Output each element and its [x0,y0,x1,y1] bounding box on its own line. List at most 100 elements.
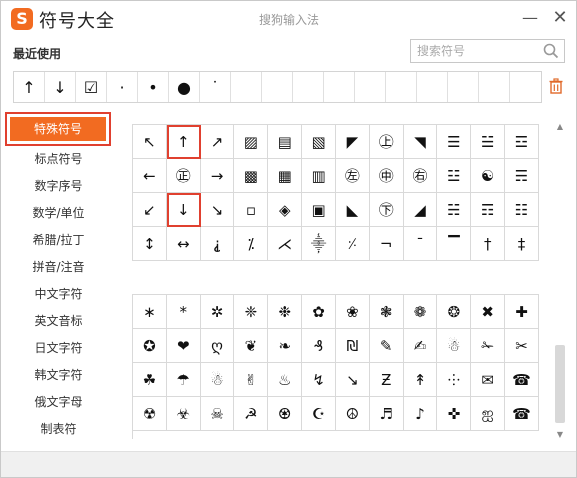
symbol-cell[interactable]: ☷ [505,193,539,227]
symbol-cell[interactable]: * [166,295,201,329]
symbol-cell[interactable]: ✲ [200,295,235,329]
symbol-cell[interactable]: ☶ [471,193,506,227]
symbol-cell[interactable]: ❧ [268,329,303,363]
symbol-cell[interactable]: ¬ [369,227,404,261]
symbol-cell[interactable]: ㊧ [335,159,370,193]
search-icon[interactable] [542,42,560,60]
symbol-cell[interactable]: ☯ [471,159,506,193]
symbol-cell[interactable]: ♼ [268,397,303,431]
symbol-cell[interactable]: ㊦ [369,193,404,227]
scroll-down-icon[interactable]: ▼ [554,429,566,441]
symbol-cell[interactable]: ✎ [369,329,404,363]
symbol-cell[interactable]: ↑ [166,125,201,159]
symbol-cell[interactable]: ◈ [268,193,303,227]
symbol-cell[interactable]: ✜ [437,397,472,431]
recent-symbol-cell[interactable]: ↑ [14,72,45,102]
category-item[interactable]: 中文字符 [1,281,116,308]
recent-symbol-cell[interactable]: ˙ [200,72,231,102]
symbol-cell[interactable]: ▤ [268,125,303,159]
symbol-cell[interactable]: ✌ [234,363,269,397]
symbol-cell[interactable]: ₰ [302,329,336,363]
symbol-cell[interactable]: → [200,159,235,193]
symbol-cell[interactable]: ↕ [133,227,167,261]
symbol-cell[interactable]: ㊣ [166,159,201,193]
symbol-cell[interactable]: ✖ [471,295,506,329]
symbol-cell[interactable]: ❤ [166,329,201,363]
minimize-button[interactable]: — [519,7,541,29]
symbol-cell[interactable]: ☢ [133,397,167,431]
scroll-up-icon[interactable]: ▲ [554,121,566,133]
category-item[interactable]: 标点符号 [1,146,116,173]
recent-symbol-cell[interactable] [262,72,293,102]
symbol-cell[interactable]: ☃ [437,329,472,363]
symbol-cell[interactable]: ▩ [234,159,269,193]
symbol-cell[interactable]: ☃ [200,363,235,397]
symbol-cell[interactable]: ↙ [133,193,167,227]
recent-symbol-cell[interactable] [355,72,386,102]
symbol-cell[interactable]: ღ [200,329,235,363]
symbol-cell[interactable]: ♨ [268,363,303,397]
symbol-cell[interactable]: ☲ [505,125,539,159]
symbol-cell[interactable]: ☱ [471,125,506,159]
symbol-cell[interactable]: ❂ [437,295,472,329]
symbol-cell[interactable]: ▣ [302,193,336,227]
symbol-cell[interactable]: ‡ [505,227,539,261]
symbol-cell[interactable]: ✂ [505,329,539,363]
category-item[interactable]: 拼音/注音 [1,254,116,281]
symbol-cell[interactable]: Ƶ [369,363,404,397]
recent-symbol-cell[interactable] [510,72,541,102]
recent-symbol-cell[interactable] [417,72,448,102]
symbol-cell[interactable]: ⸎ [302,227,336,261]
symbol-cell[interactable]: ✁ [471,329,506,363]
search-input[interactable] [417,40,545,62]
symbol-cell[interactable]: ♪ [403,397,438,431]
symbol-cell[interactable]: ¯ [403,227,438,261]
symbol-cell[interactable]: ☎ [505,397,539,431]
symbol-cell[interactable]: ↖ [133,125,167,159]
title-bar[interactable]: S 符号大全 搜狗输入法 — ✕ [1,1,576,37]
symbol-cell[interactable]: ◢ [403,193,438,227]
symbol-cell[interactable]: ☮ [335,397,370,431]
search-box[interactable] [410,39,565,63]
symbol-cell[interactable]: ❉ [268,295,303,329]
recent-symbol-cell[interactable]: • [138,72,169,102]
recent-symbol-cell[interactable]: ● [169,72,200,102]
symbol-cell[interactable]: ☴ [505,159,539,193]
symbol-cell[interactable]: ㊨ [403,159,438,193]
symbol-cell[interactable]: ❃ [369,295,404,329]
symbol-cell[interactable]: ▥ [302,159,336,193]
symbol-cell[interactable]: † [471,227,506,261]
symbol-cell[interactable]: ▦ [268,159,303,193]
symbol-cell[interactable]: ⸘ [200,227,235,261]
recent-symbol-cell[interactable] [479,72,510,102]
symbol-cell[interactable]: ✿ [302,295,336,329]
recent-symbol-cell[interactable] [386,72,417,102]
symbol-cell[interactable]: ▨ [234,125,269,159]
symbol-cell[interactable]: ↟ [403,363,438,397]
symbol-cell[interactable]: ✉ [471,363,506,397]
symbol-cell[interactable]: ✍ [403,329,438,363]
symbol-cell[interactable]: ❀ [335,295,370,329]
symbol-cell[interactable]: ❈ [234,295,269,329]
symbol-cell[interactable]: ㊤ [369,125,404,159]
symbol-cell[interactable]: ☣ [166,397,201,431]
recent-symbol-cell[interactable] [231,72,262,102]
symbol-cell[interactable]: ❁ [403,295,438,329]
recent-symbol-cell[interactable]: · [107,72,138,102]
recent-symbol-cell[interactable]: ☑ [76,72,107,102]
symbol-cell[interactable]: ⸭ [437,363,472,397]
symbol-cell[interactable]: ♬ [369,397,404,431]
symbol-cell[interactable]: ← [133,159,167,193]
symbol-cell[interactable]: ☪ [302,397,336,431]
symbol-cell[interactable]: ↗ [200,125,235,159]
close-button[interactable]: ✕ [549,7,571,29]
symbol-cell[interactable]: ◣ [335,193,370,227]
symbol-cell[interactable]: ☵ [437,193,472,227]
category-item[interactable]: 希腊/拉丁 [1,227,116,254]
category-item[interactable]: 制表符 [1,416,116,443]
symbol-cell[interactable]: ☳ [437,159,472,193]
category-item[interactable]: 俄文字母 [1,389,116,416]
symbol-cell[interactable]: ⋌ [268,227,303,261]
category-item[interactable]: 数学/单位 [1,200,116,227]
symbol-cell[interactable]: ⸓ [335,227,370,261]
